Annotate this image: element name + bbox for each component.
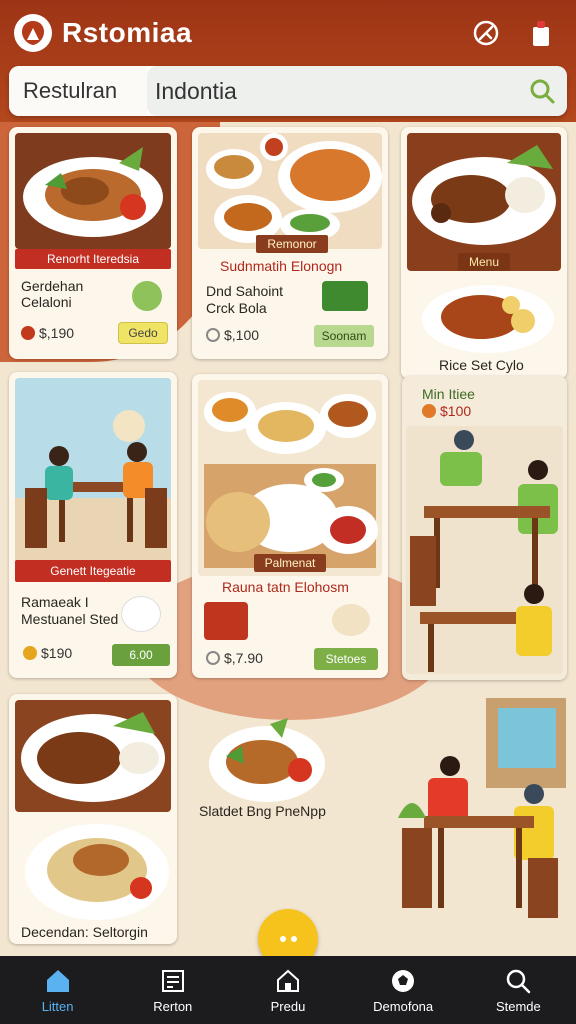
card-title: Ramaeak I <box>21 594 89 610</box>
card-price: $,190 <box>21 325 74 341</box>
food-thumbnail <box>204 602 248 640</box>
price-tag-icon <box>23 646 37 660</box>
dot-icon <box>279 936 286 942</box>
food-thumbnail <box>322 281 368 311</box>
price-value: $,100 <box>224 327 260 343</box>
nav-item-home[interactable]: Litten <box>8 967 108 1014</box>
card-price: $,7.90 <box>206 650 263 666</box>
food-image <box>198 380 382 576</box>
leaf-icon <box>132 281 162 311</box>
search-category[interactable]: Restulran <box>9 66 147 116</box>
food-image-secondary <box>419 281 557 355</box>
nav-item-store[interactable]: Predu <box>238 967 338 1014</box>
search-bar[interactable]: Restulran <box>9 66 567 116</box>
search-icon <box>507 969 531 993</box>
nav-label: Stemde <box>495 998 541 1014</box>
card-title-line2: Crck Bola <box>206 300 267 316</box>
soccer-ball-icon <box>392 969 415 992</box>
food-image <box>198 133 382 249</box>
food-image-secondary <box>23 818 171 924</box>
store-icon <box>276 969 299 992</box>
restaurant-card[interactable]: Remonor Sudnmatih Elonogn Dnd Sahoint Cr… <box>192 127 388 359</box>
card-tag: Palmenat <box>254 554 326 572</box>
app-title: Rstomiaa <box>62 17 193 48</box>
card-price: $,100 <box>206 327 259 343</box>
card-title: Dnd Sahoint <box>206 283 284 299</box>
search-icon[interactable] <box>527 76 557 106</box>
nav-label: Demofona <box>373 998 434 1014</box>
card-tag: Menu <box>458 253 510 271</box>
search-input[interactable] <box>147 66 567 116</box>
card-caption: Rice Set Cylo <box>439 357 524 373</box>
nav-label: Rerton <box>153 998 193 1014</box>
dining-icon[interactable] <box>469 16 503 50</box>
card-subtitle: Rauna tatn Elohosm <box>222 579 349 595</box>
food-image[interactable] <box>206 716 328 804</box>
price-value: $100 <box>440 403 472 419</box>
card-badge[interactable]: Gedo <box>118 322 168 344</box>
restaurant-card[interactable]: Decendan: Seltorgin <box>9 694 177 944</box>
card-title-line2: Mestuanel Sted <box>21 611 119 627</box>
restaurant-card[interactable]: Min Itiee $100 <box>402 376 567 680</box>
dining-scene-image <box>15 378 171 564</box>
card-subtitle: Sudnmatih Elonogn <box>220 258 343 274</box>
card-badge[interactable]: 6.00 <box>112 644 170 666</box>
brand[interactable]: Rstomiaa <box>14 14 192 52</box>
food-image <box>15 133 171 249</box>
card-tag: Remonor <box>256 235 328 253</box>
card-price: $100 <box>422 403 471 419</box>
restaurant-card[interactable]: Palmenat Rauna tatn Elohosm $,7.90 Steto… <box>192 374 388 678</box>
price-value: $,7.90 <box>224 650 263 666</box>
card-tag: Genett Itegeatie <box>15 560 171 582</box>
dining-scene-image <box>398 698 566 944</box>
card-tag: Renorht Iteredsia <box>15 249 171 269</box>
dot-icon <box>290 936 297 942</box>
logo-icon <box>14 14 52 52</box>
card-title: Min Itiee <box>422 386 475 402</box>
nav-label: Litten <box>41 998 74 1014</box>
food-thumbnail <box>121 596 161 632</box>
app-screen: Rstomiaa Restulran Indontia Renorht Iter… <box>0 0 576 1024</box>
card-price: $190 <box>23 645 72 661</box>
food-thumbnail <box>332 604 370 636</box>
nav-item-menu[interactable]: Rerton <box>123 967 223 1014</box>
restaurant-card[interactable]: Genett Itegeatie Ramaeak I Mestuanel Ste… <box>9 372 177 678</box>
price-value: $190 <box>41 645 73 661</box>
nav-label: Predu <box>270 998 306 1014</box>
card-caption: Slatdet Bng PneNpp <box>199 803 326 819</box>
card-caption: Decendan: Seltorgin <box>21 924 148 940</box>
restaurant-card[interactable]: Renorht Iteredsia Gerdehan Celaloni $,19… <box>9 127 177 359</box>
card-badge[interactable]: Soonam <box>314 325 374 347</box>
restaurant-card[interactable]: Menu Rice Set Cylo <box>401 127 567 379</box>
price-value: $,190 <box>39 325 75 341</box>
card-title: Gerdehan Celaloni <box>21 278 84 310</box>
nav-item-search[interactable]: Stemde <box>468 967 568 1014</box>
nav-item-promotions[interactable]: Demofona <box>353 967 453 1014</box>
price-tag-icon <box>206 651 220 665</box>
food-image <box>15 700 171 812</box>
dining-scene-image <box>406 426 563 674</box>
card-badge[interactable]: Stetoes <box>314 648 378 670</box>
cart-icon[interactable] <box>524 16 558 50</box>
price-tag-icon <box>206 328 220 342</box>
price-tag-icon <box>422 404 436 418</box>
menu-board-icon <box>161 969 184 992</box>
food-image <box>407 133 561 271</box>
home-icon <box>46 969 69 992</box>
bottom-navigation: Litten Rerton Predu Demofona Stemde <box>0 956 576 1024</box>
price-tag-icon <box>21 326 35 340</box>
